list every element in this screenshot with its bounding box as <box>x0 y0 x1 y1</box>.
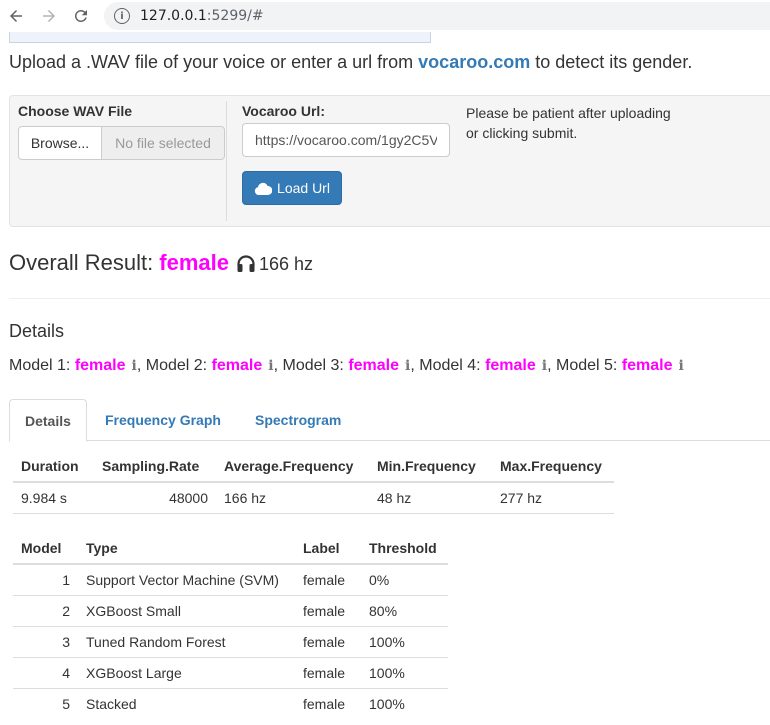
section-divider <box>9 298 770 299</box>
load-url-button[interactable]: Load Url <box>242 171 342 205</box>
tab-spectrogram[interactable]: Spectrogram <box>240 399 356 441</box>
table-row: 1 Support Vector Machine (SVM) female 0% <box>13 563 448 595</box>
cloud-icon <box>254 182 273 195</box>
result-gender: female <box>159 250 229 275</box>
table-row: 5 Stacked female 100% <box>13 687 448 719</box>
url-text: 127.0.0.1:5299/# <box>140 8 264 24</box>
vocaroo-link[interactable]: vocaroo.com <box>418 52 530 72</box>
table-row: 2 XGBoost Small female 80% <box>13 594 448 626</box>
headphones-icon <box>237 254 255 272</box>
column-header: Max.Frequency <box>492 450 614 483</box>
file-label: Choose WAV File <box>18 103 133 119</box>
forward-arrow-icon[interactable] <box>38 5 60 27</box>
patience-note: Please be patient after uploading or cli… <box>466 105 671 141</box>
browser-toolbar: i 127.0.0.1:5299/# <box>0 0 770 32</box>
upload-panel: Choose WAV File Browse... No file select… <box>9 95 770 227</box>
file-name-display: No file selected <box>102 126 225 160</box>
header-remnant <box>9 32 431 43</box>
reload-icon[interactable] <box>70 5 92 27</box>
model-table: Model Type Label Threshold 1 Support Vec… <box>13 532 448 719</box>
panel-divider <box>226 101 227 221</box>
column-header: Label <box>295 532 361 565</box>
model-3-gender: female <box>348 357 400 374</box>
column-header: Min.Frequency <box>369 450 492 483</box>
file-input-group[interactable]: Browse... No file selected <box>18 126 225 160</box>
overall-result: Overall Result: female 166 hz <box>9 250 314 275</box>
table-row: 3 Tuned Random Forest female 100% <box>13 625 448 657</box>
model-1-gender: female <box>74 357 126 374</box>
model-4-gender: female <box>485 357 536 374</box>
column-header: Sampling.Rate <box>94 450 216 483</box>
details-heading: Details <box>9 321 65 341</box>
info-icon[interactable]: i <box>679 358 684 374</box>
column-header: Threshold <box>361 532 448 565</box>
table-row: 9.984 s 48000 166 hz 48 hz 277 hz <box>13 482 614 514</box>
tab-frequency-graph[interactable]: Frequency Graph <box>90 399 236 441</box>
model-5-gender: female <box>621 357 673 374</box>
model-results: Model 1: female i, Model 2: female i, Mode… <box>9 357 684 374</box>
table-row: 4 XGBoost Large female 100% <box>13 656 448 688</box>
column-header: Model <box>13 532 78 565</box>
column-header: Average.Frequency <box>216 450 369 483</box>
tab-details[interactable]: Details <box>9 399 87 442</box>
intro-text: Upload a .WAV file of your voice or ente… <box>9 52 693 72</box>
back-arrow-icon[interactable] <box>5 5 27 27</box>
url-input[interactable] <box>242 123 450 157</box>
page-content: Upload a .WAV file of your voice or ente… <box>0 32 770 725</box>
result-frequency: 166 hz <box>259 254 314 274</box>
column-header: Duration <box>13 450 94 483</box>
column-header: Type <box>78 532 295 565</box>
model-2-gender: female <box>211 357 263 374</box>
browse-button[interactable]: Browse... <box>18 126 102 160</box>
info-icon[interactable]: i <box>114 8 130 24</box>
address-bar[interactable]: i 127.0.0.1:5299/# <box>104 2 770 30</box>
summary-table: Duration Sampling.Rate Average.Frequency… <box>13 450 614 514</box>
result-tabs: Details Frequency Graph Spectrogram <box>9 399 770 442</box>
url-label: Vocaroo Url: <box>242 103 325 119</box>
